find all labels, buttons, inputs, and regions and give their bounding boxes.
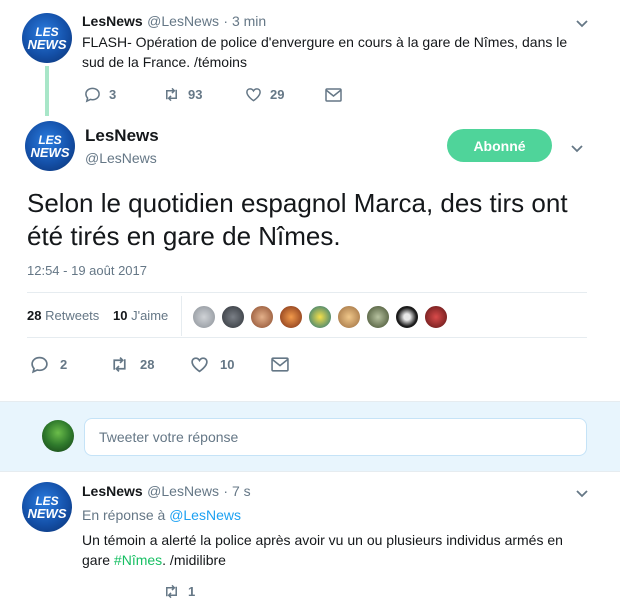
message-icon[interactable] — [325, 88, 342, 102]
reply-to-link[interactable]: @LesNews — [169, 507, 241, 523]
retweet-action[interactable]: 1 — [163, 583, 195, 600]
avatar[interactable]: LES NEWS — [22, 13, 72, 63]
chevron-down-icon[interactable] — [574, 485, 590, 501]
heart-icon — [246, 88, 261, 102]
avatar[interactable]: LES NEWS — [22, 482, 72, 532]
hashtag-link[interactable]: #Nîmes — [114, 552, 162, 568]
liker-avatar[interactable] — [337, 305, 361, 329]
like-action[interactable]: 10 — [190, 355, 234, 374]
author-name[interactable]: LesNews — [85, 126, 159, 146]
retweet-icon — [166, 87, 177, 102]
author-name[interactable]: LesNews — [82, 483, 143, 499]
retweet-action[interactable]: 28 — [110, 355, 154, 374]
author-name[interactable]: LesNews — [82, 13, 143, 29]
tweet-text-part: . /midilibre — [162, 552, 226, 568]
follow-button[interactable]: Abonné — [447, 129, 552, 162]
like-action[interactable]: 29 — [245, 86, 284, 103]
reply-action[interactable]: 3 — [84, 86, 116, 103]
retweet-count: 93 — [188, 87, 203, 102]
tweet-time[interactable]: · 7 s — [223, 483, 250, 499]
reply-count: 3 — [109, 87, 117, 102]
retweet-count: 28 — [140, 357, 155, 372]
thread-line — [45, 66, 49, 116]
like-count: 10 — [220, 357, 235, 372]
retweets-stat[interactable]: 28 Retweets — [27, 308, 99, 323]
reply-action[interactable]: 2 — [30, 355, 67, 374]
likes-stat-count: 10 — [113, 308, 128, 323]
tweet-text: Un témoin a alerté la police après avoir… — [82, 530, 582, 570]
chevron-down-icon[interactable] — [569, 140, 585, 156]
tweet-time[interactable]: · 3 min — [223, 13, 266, 29]
tweet-header: LesNews @LesNews · 3 min — [82, 13, 266, 31]
reply-input[interactable]: Tweeter votre réponse — [84, 418, 587, 456]
likes-stat[interactable]: 10 J'aime — [113, 308, 168, 323]
author-handle[interactable]: @LesNews — [147, 483, 219, 499]
reply-count: 2 — [60, 357, 68, 372]
retweet-action[interactable]: 93 — [163, 86, 202, 103]
divider — [27, 292, 587, 293]
tweet-header: LesNews @LesNews · 7 s — [82, 483, 251, 501]
reply-prefix: En réponse à — [82, 507, 166, 523]
message-icon[interactable] — [271, 357, 289, 372]
retweet-count: 1 — [188, 584, 196, 599]
liker-avatar[interactable] — [221, 305, 245, 329]
retweet-icon — [166, 584, 177, 599]
liker-avatar[interactable] — [366, 305, 390, 329]
author-handle[interactable]: @LesNews — [85, 150, 157, 166]
liker-avatar[interactable] — [192, 305, 216, 329]
liker-avatar[interactable] — [308, 305, 332, 329]
avatar[interactable]: LES NEWS — [25, 121, 75, 171]
reply-icon — [31, 356, 48, 374]
tweet-text: FLASH- Opération de police d'envergure e… — [82, 34, 568, 70]
author-handle[interactable]: @LesNews — [147, 13, 219, 29]
tweet-text: Selon le quotidien espagnol Marca, des t… — [27, 188, 568, 251]
reply-context: En réponse à @LesNews — [82, 507, 241, 523]
chevron-down-icon[interactable] — [574, 15, 590, 31]
retweets-stat-count: 28 — [27, 308, 42, 323]
tweet-timestamp[interactable]: 12:54 - 19 août 2017 — [27, 263, 147, 278]
svg-text:NEWS: NEWS — [28, 37, 67, 52]
liker-avatar[interactable] — [250, 305, 274, 329]
liker-avatar[interactable] — [395, 305, 419, 329]
likes-stat-label: J'aime — [131, 308, 169, 323]
svg-text:NEWS: NEWS — [28, 506, 67, 521]
user-avatar[interactable] — [42, 420, 74, 452]
retweets-stat-label: Retweets — [45, 308, 100, 323]
stats-divider — [181, 296, 182, 336]
divider — [27, 337, 587, 338]
liker-avatar[interactable] — [279, 305, 303, 329]
like-count: 29 — [270, 87, 285, 102]
heart-icon — [191, 357, 208, 373]
retweet-icon — [113, 357, 126, 372]
likers-avatars — [192, 305, 448, 329]
liker-avatar[interactable] — [424, 305, 448, 329]
svg-text:NEWS: NEWS — [31, 145, 70, 160]
reply-icon — [85, 87, 100, 103]
